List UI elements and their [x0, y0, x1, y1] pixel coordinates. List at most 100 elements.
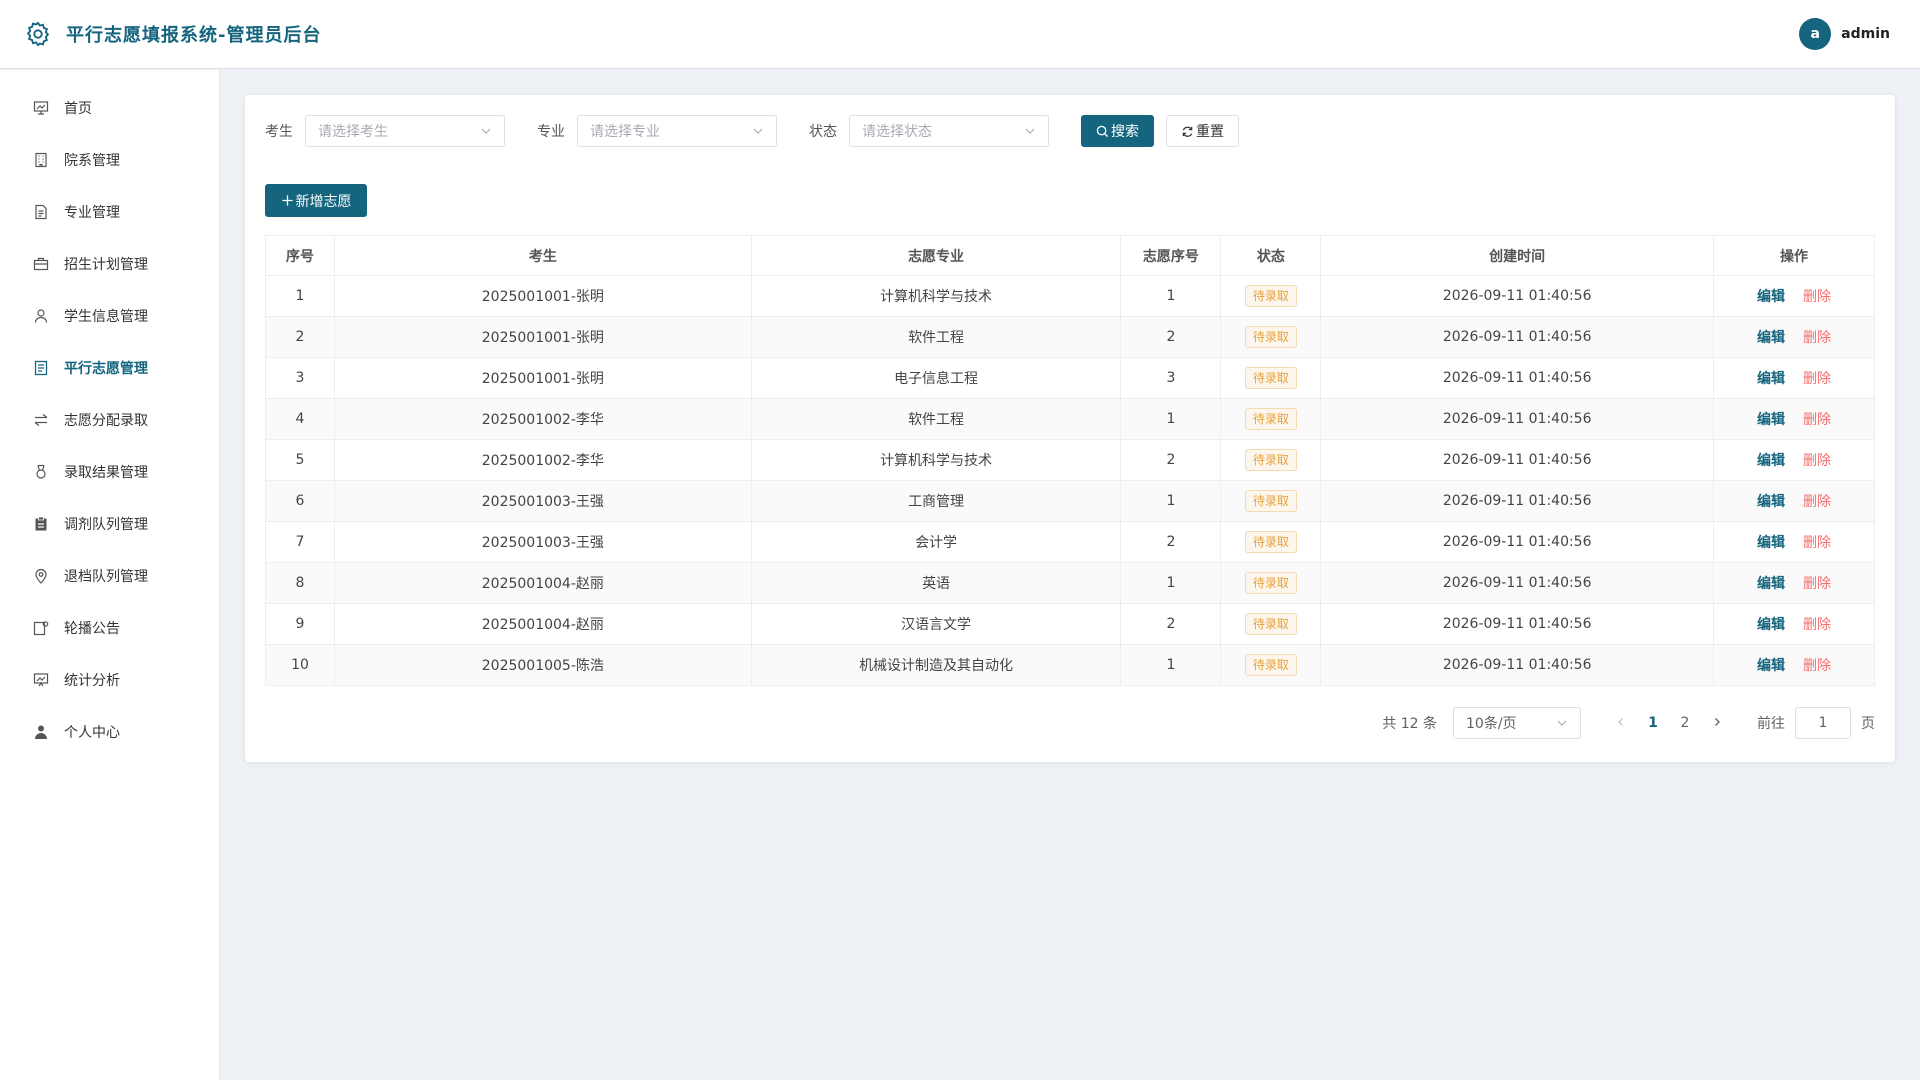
app-title: 平行志愿填报系统-管理员后台	[66, 25, 322, 46]
cell-student: 2025001001-张明	[333, 316, 752, 358]
sidebar-item-allocation[interactable]: 志愿分配录取	[0, 394, 219, 446]
delete-button[interactable]: 删除	[1803, 658, 1831, 674]
cell-actions: 编辑 删除	[1713, 398, 1875, 440]
avatar[interactable]: a	[1799, 18, 1832, 50]
sidebar-item-statistics[interactable]: 统计分析	[0, 654, 219, 706]
cell-student: 2025001003-王强	[333, 521, 752, 563]
username[interactable]: admin	[1841, 26, 1890, 42]
wishes-table: 序号 考生 志愿专业 志愿序号 状态 创建时间 操作 1 2025001001-…	[265, 235, 1875, 686]
cell-created: 2026-09-11 01:40:56	[1320, 439, 1715, 481]
sidebar-item-parallel-wishes[interactable]: 平行志愿管理	[0, 342, 219, 394]
delete-button[interactable]: 删除	[1803, 535, 1831, 551]
sidebar-item-enrollment-plan[interactable]: 招生计划管理	[0, 238, 219, 290]
cell-actions: 编辑 删除	[1713, 562, 1875, 604]
table-row: 4 2025001002-李华 软件工程 1 待录取 2026-09-11 01…	[265, 398, 1875, 440]
prev-page-button[interactable]	[1605, 715, 1637, 731]
student-select-placeholder: 请选择考生	[318, 124, 388, 140]
goto-page-input[interactable]: 1	[1795, 707, 1851, 739]
sidebar-item-label: 平行志愿管理	[64, 361, 148, 377]
major-select[interactable]: 请选择专业	[577, 115, 777, 147]
cell-student: 2025001001-张明	[333, 275, 752, 317]
sidebar-item-label: 院系管理	[64, 153, 120, 169]
cell-no: 6	[265, 480, 335, 522]
edit-button[interactable]: 编辑	[1757, 658, 1785, 674]
status-badge: 待录取	[1244, 408, 1297, 430]
sidebar-item-majors[interactable]: 专业管理	[0, 186, 219, 238]
delete-button[interactable]: 删除	[1803, 371, 1831, 387]
goto-label: 前往	[1757, 716, 1785, 732]
edit-button[interactable]: 编辑	[1757, 289, 1785, 305]
add-wish-button[interactable]: 新增志愿	[265, 184, 367, 217]
chevron-down-icon	[481, 128, 491, 134]
chevron-down-icon	[1025, 128, 1035, 134]
user-menu[interactable]: a admin	[1799, 18, 1890, 50]
delete-button[interactable]: 删除	[1803, 412, 1831, 428]
edit-button[interactable]: 编辑	[1757, 617, 1785, 633]
edit-button[interactable]: 编辑	[1757, 412, 1785, 428]
cell-status: 待录取	[1220, 521, 1322, 563]
delete-button[interactable]: 删除	[1803, 617, 1831, 633]
table-row: 2 2025001001-张明 软件工程 2 待录取 2026-09-11 01…	[265, 316, 1875, 358]
cell-created: 2026-09-11 01:40:56	[1320, 357, 1715, 399]
sidebar-item-admission-results[interactable]: 录取结果管理	[0, 446, 219, 498]
status-badge: 待录取	[1244, 572, 1297, 594]
edit-button[interactable]: 编辑	[1757, 494, 1785, 510]
cell-status: 待录取	[1220, 480, 1322, 522]
edit-button[interactable]: 编辑	[1757, 371, 1785, 387]
cell-order: 1	[1120, 275, 1222, 317]
page-number[interactable]: 2	[1669, 715, 1701, 731]
table-row: 3 2025001001-张明 电子信息工程 3 待录取 2026-09-11 …	[265, 357, 1875, 399]
cell-order: 2	[1120, 439, 1222, 481]
table-row: 1 2025001001-张明 计算机科学与技术 1 待录取 2026-09-1…	[265, 275, 1875, 317]
student-filter-label: 考生	[265, 124, 293, 140]
delete-button[interactable]: 删除	[1803, 289, 1831, 305]
cell-student: 2025001002-李华	[333, 439, 752, 481]
cell-order: 3	[1120, 357, 1222, 399]
delete-button[interactable]: 删除	[1803, 330, 1831, 346]
edit-button[interactable]: 编辑	[1757, 330, 1785, 346]
sidebar-item-home[interactable]: 首页	[0, 82, 219, 134]
column-header: 志愿序号	[1120, 235, 1222, 276]
notice-icon	[32, 619, 50, 637]
sidebar-item-adjustment-queue[interactable]: 调剂队列管理	[0, 498, 219, 550]
sidebar-item-withdrawal-queue[interactable]: 退档队列管理	[0, 550, 219, 602]
status-select[interactable]: 请选择状态	[849, 115, 1049, 147]
sidebar: 首页 院系管理 专业管理 招生计划管理 学生信息管理 平行志愿管理 志愿分配录取…	[0, 70, 220, 1080]
edit-button[interactable]: 编辑	[1757, 453, 1785, 469]
chevron-right-icon	[1715, 718, 1720, 726]
cell-created: 2026-09-11 01:40:56	[1320, 521, 1715, 563]
sidebar-item-profile[interactable]: 个人中心	[0, 706, 219, 758]
edit-button[interactable]: 编辑	[1757, 535, 1785, 551]
cell-order: 2	[1120, 603, 1222, 645]
column-header: 序号	[265, 235, 335, 276]
page-number[interactable]: 1	[1637, 715, 1669, 731]
next-page-button[interactable]	[1701, 715, 1733, 731]
sidebar-item-carousel-notice[interactable]: 轮播公告	[0, 602, 219, 654]
sidebar-item-students[interactable]: 学生信息管理	[0, 290, 219, 342]
major-filter-label: 专业	[537, 124, 565, 140]
cell-major: 软件工程	[750, 316, 1122, 358]
cell-actions: 编辑 删除	[1713, 357, 1875, 399]
chart-icon	[32, 671, 50, 689]
student-select[interactable]: 请选择考生	[305, 115, 505, 147]
chevron-left-icon	[1618, 718, 1623, 726]
cell-student: 2025001003-王强	[333, 480, 752, 522]
page-size-select[interactable]: 10条/页	[1453, 707, 1581, 739]
main-card: 考生 请选择考生 专业 请选择专业 状态 请选择状态 搜索 重置 新增志愿 序号…	[245, 95, 1895, 762]
user-outline-icon	[32, 307, 50, 325]
status-badge: 待录取	[1244, 613, 1297, 635]
delete-button[interactable]: 删除	[1803, 453, 1831, 469]
column-header: 志愿专业	[750, 235, 1122, 276]
delete-button[interactable]: 删除	[1803, 494, 1831, 510]
search-button[interactable]: 搜索	[1081, 115, 1154, 147]
edit-button[interactable]: 编辑	[1757, 576, 1785, 592]
status-badge: 待录取	[1244, 326, 1297, 348]
total-count: 共 12 条	[1382, 716, 1437, 732]
top-header: 平行志愿填报系统-管理员后台 a admin	[0, 0, 1920, 69]
cell-created: 2026-09-11 01:40:56	[1320, 275, 1715, 317]
sidebar-item-departments[interactable]: 院系管理	[0, 134, 219, 186]
delete-button[interactable]: 删除	[1803, 576, 1831, 592]
cell-major: 工商管理	[750, 480, 1122, 522]
column-header: 操作	[1713, 235, 1875, 276]
reset-button[interactable]: 重置	[1166, 115, 1239, 147]
